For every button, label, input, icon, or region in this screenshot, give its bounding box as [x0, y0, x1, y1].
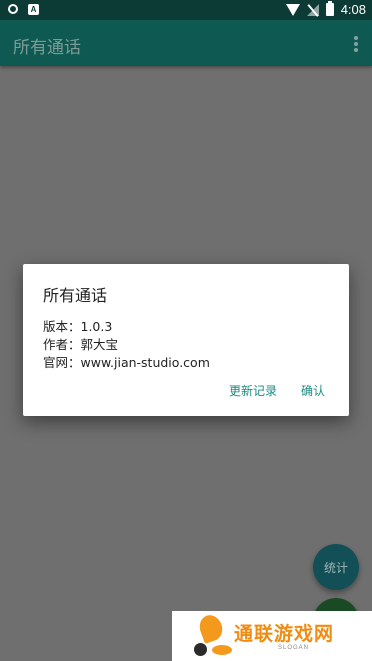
- clock: 4:08: [340, 2, 366, 17]
- no-signal-icon: [306, 3, 319, 16]
- watermark-logo-icon: [194, 612, 234, 659]
- dialog-title: 所有通话: [43, 286, 108, 305]
- app-bar: 所有通话: [0, 20, 372, 66]
- overflow-menu-icon[interactable]: [350, 35, 362, 53]
- watermark: 通联游戏网 SLOGAN: [172, 611, 372, 661]
- about-dialog: 所有通话 版本：1.0.3 作者：郭大宝 官网：www.jian-studio.…: [23, 264, 349, 416]
- stats-fab-button[interactable]: 统计: [313, 544, 359, 590]
- changelog-button[interactable]: 更新记录: [229, 382, 277, 399]
- app-title: 所有通话: [13, 38, 81, 58]
- wifi-icon: [285, 3, 300, 16]
- notification-icons: A: [8, 4, 39, 15]
- dialog-message: 版本：1.0.3 作者：郭大宝 官网：www.jian-studio.com: [43, 318, 210, 372]
- version-line: 版本：1.0.3: [43, 319, 113, 334]
- author-line: 作者：郭大宝: [43, 337, 119, 352]
- system-icons: 4:08: [285, 1, 366, 17]
- watermark-slogan: SLOGAN: [278, 645, 310, 651]
- website-line: 官网：www.jian-studio.com: [43, 355, 210, 370]
- dialog-actions: 更新记录 确认: [229, 382, 325, 399]
- battery-icon: [325, 1, 334, 16]
- watermark-brand: 通联游戏网: [234, 623, 335, 645]
- confirm-button[interactable]: 确认: [301, 382, 325, 399]
- shield-icon: [8, 4, 18, 14]
- font-icon: A: [28, 4, 39, 15]
- status-bar: A 4:08: [0, 0, 372, 20]
